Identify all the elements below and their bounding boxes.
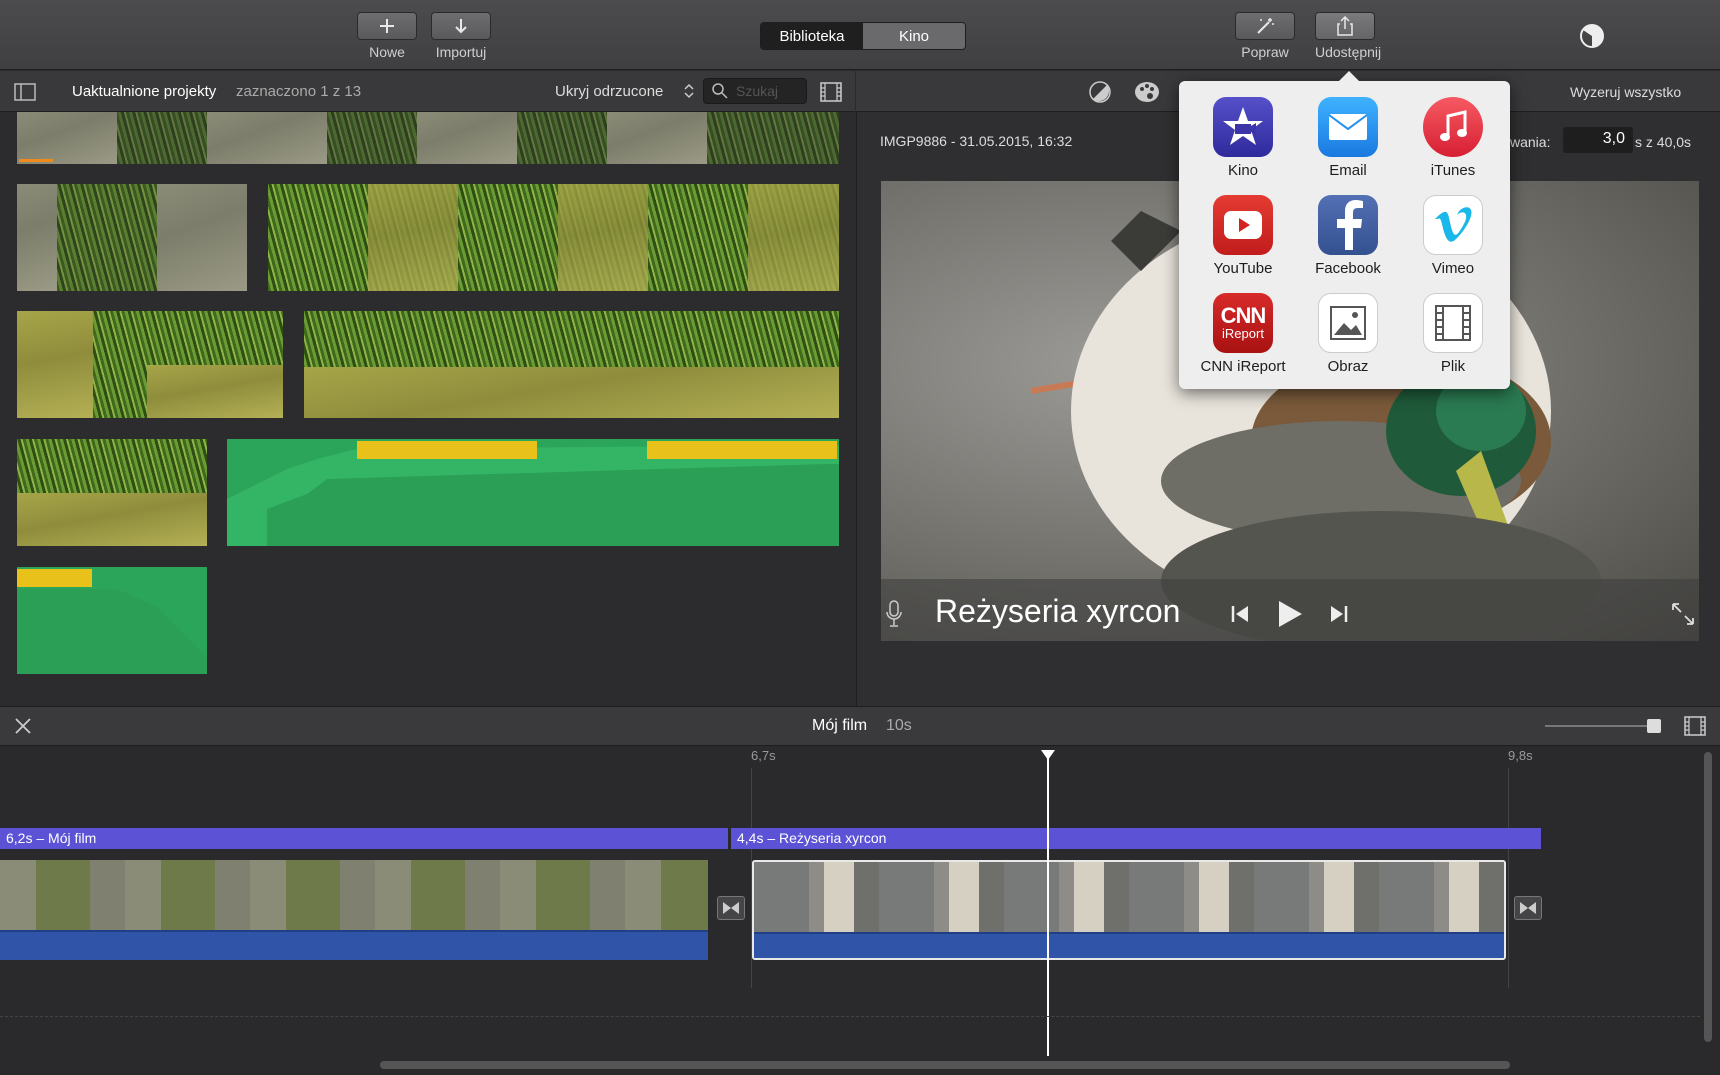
duration-field[interactable]: 3,0 [1563, 127, 1633, 153]
palette-icon[interactable] [1134, 80, 1160, 104]
share-popover: Kino Email iTunes YouTube Facebook Vimeo… [1179, 71, 1510, 389]
facebook-icon [1318, 195, 1378, 255]
color-balance-icon[interactable] [1088, 80, 1112, 104]
clip-thumbnail[interactable] [17, 184, 247, 291]
play-icon[interactable] [1277, 600, 1303, 628]
share-item-file[interactable]: Plik [1401, 293, 1505, 375]
vimeo-icon [1423, 195, 1483, 255]
search-field[interactable]: Szukaj [703, 78, 807, 104]
enhance-label: Popraw [1241, 44, 1289, 60]
transition-icon [722, 901, 740, 915]
image-icon [1318, 293, 1378, 353]
share-item-vimeo[interactable]: Vimeo [1401, 195, 1505, 277]
audio-waveform [17, 569, 207, 674]
clip-title-bar[interactable]: 6,2s – Mój film [0, 828, 728, 849]
reset-all-button[interactable]: Wyzeruj wszystko [1570, 84, 1681, 100]
library-browser [0, 112, 855, 706]
skip-back-icon[interactable] [1230, 604, 1250, 624]
youtube-icon [1213, 195, 1273, 255]
mail-icon [1318, 97, 1378, 157]
title-text: Reżyseria xyrcon [935, 593, 1181, 629]
clip-thumbnail[interactable] [17, 439, 207, 546]
horizontal-scrollbar[interactable] [380, 1061, 1510, 1069]
clip-thumbnail[interactable] [268, 184, 839, 291]
ruler-mark: 6,7s [751, 748, 776, 763]
filmstrip-icon[interactable] [1684, 716, 1706, 736]
ruler-mark: 9,8s [1508, 748, 1533, 763]
clip-thumbnail[interactable] [304, 311, 839, 418]
fullscreen-icon[interactable] [1671, 602, 1695, 626]
share-item-theater[interactable]: Kino [1191, 97, 1295, 179]
duration-total: s z 40,0s [1635, 134, 1692, 150]
new-label: Nowe [369, 44, 405, 60]
timeline-clip-selected[interactable] [752, 860, 1506, 960]
import-label: Importuj [435, 44, 487, 60]
filter-popup[interactable]: Ukryj odrzucone [555, 83, 663, 100]
zoom-slider-knob[interactable] [1647, 719, 1661, 733]
share-item-youtube[interactable]: YouTube [1191, 195, 1295, 277]
transition-button[interactable] [717, 896, 745, 920]
clip-title-bar[interactable]: 4,4s – Reżyseria xyrcon [731, 828, 1541, 849]
audio-clip[interactable] [227, 439, 839, 546]
share-icon [1336, 16, 1354, 36]
tab-theater[interactable]: Kino [863, 23, 965, 49]
share-item-itunes[interactable]: iTunes [1401, 97, 1505, 179]
project-name: Mój film [812, 717, 868, 734]
clip-thumbnail[interactable] [17, 112, 839, 164]
enhance-button[interactable]: Popraw [1235, 12, 1295, 60]
share-item-facebook[interactable]: Facebook [1296, 195, 1400, 277]
share-label: Udostępnij [1315, 44, 1382, 60]
filmstrip-icon[interactable] [820, 82, 842, 102]
share-item-cnn-ireport[interactable]: CNN iReport CNN iReport [1191, 293, 1295, 375]
clip-thumbnail[interactable] [17, 311, 283, 418]
adjust-icon[interactable] [1578, 22, 1606, 50]
vertical-scrollbar[interactable] [1704, 752, 1712, 1042]
transition-icon [1519, 901, 1537, 915]
search-placeholder: Szukaj [736, 83, 779, 99]
clip-info: IMGP9886 - 31.05.2015, 16:32 [880, 133, 1073, 149]
itunes-icon [1423, 97, 1483, 157]
tab-library[interactable]: Biblioteka [761, 23, 863, 49]
close-icon[interactable] [14, 717, 32, 735]
audio-waveform [227, 441, 839, 546]
progress-marker [19, 159, 53, 162]
imovie-window: Nowe Importuj Biblioteka Kino Popraw Udo… [0, 0, 1720, 1075]
search-icon [712, 83, 728, 99]
sidebar-toggle-icon[interactable] [14, 83, 36, 101]
share-button[interactable]: Udostępnij [1315, 12, 1382, 60]
timeline-clip[interactable] [0, 860, 708, 960]
import-button[interactable]: Importuj [431, 12, 491, 60]
duration-label: wania: [1510, 134, 1551, 150]
library-title: Uaktualnione projekty [72, 83, 217, 100]
timeline-header: Mój film 10s [0, 706, 1720, 746]
playhead[interactable] [1047, 756, 1049, 1056]
playhead-handle[interactable] [1041, 750, 1055, 760]
arrow-down-icon [452, 17, 470, 35]
plus-icon [378, 17, 396, 35]
toolbar: Nowe Importuj Biblioteka Kino Popraw Udo… [0, 0, 1720, 70]
transition-button[interactable] [1514, 896, 1542, 920]
microphone-icon[interactable] [885, 600, 903, 628]
skip-forward-icon[interactable] [1329, 604, 1349, 624]
new-button[interactable]: Nowe [357, 12, 417, 60]
share-item-image[interactable]: Obraz [1296, 293, 1400, 375]
project-duration: 10s [886, 717, 912, 734]
selection-count: zaznaczono 1 z 13 [236, 83, 362, 100]
audio-clip[interactable] [17, 567, 207, 674]
file-icon [1423, 293, 1483, 353]
chevron-updown-icon[interactable] [684, 83, 694, 99]
timeline: 6,7s 9,8s 6,2s – Mój film 4,4s – Reżyser… [0, 746, 1720, 1075]
zoom-slider[interactable] [1545, 725, 1655, 727]
view-segmented-control: Biblioteka Kino [760, 22, 966, 50]
magic-wand-icon [1255, 17, 1275, 35]
share-item-email[interactable]: Email [1296, 97, 1400, 179]
theater-icon [1213, 97, 1273, 157]
cnn-ireport-icon: CNN iReport [1213, 293, 1273, 353]
